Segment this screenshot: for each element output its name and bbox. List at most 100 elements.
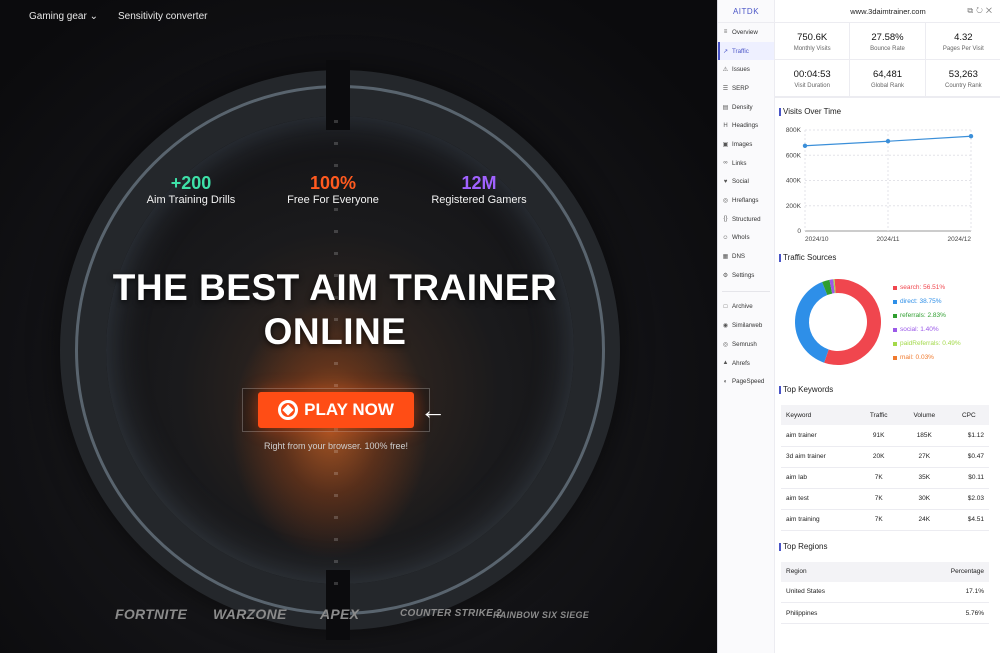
sidebar-item-hreflangs[interactable]: ◎ Hreflangs bbox=[718, 191, 774, 210]
legend-item[interactable]: social: 1.40% bbox=[893, 323, 961, 337]
sidebar-item-label[interactable]: Headings bbox=[732, 122, 758, 129]
kw-header-cpc: CPC bbox=[948, 405, 989, 425]
stat-gamers-number: 12M bbox=[461, 173, 497, 193]
extension-brand: AITDK bbox=[718, 0, 774, 23]
issues-icon: ⚠ bbox=[722, 67, 729, 74]
sidebar-link-semrush[interactable]: ◎ Semrush bbox=[718, 335, 774, 354]
metrics-grid: 750.6K Monthly Visits 27.58% Bounce Rate 4.3… bbox=[775, 23, 1000, 98]
sidebar-item-density[interactable]: ▤ Density bbox=[718, 98, 774, 117]
legend-item[interactable]: mail: 0.03% bbox=[893, 351, 961, 365]
legend-swatch bbox=[893, 356, 897, 360]
sidebar-link-pagespeed[interactable]: ◐ PageSpeed bbox=[718, 372, 774, 391]
keyword-cell: 185K bbox=[899, 425, 949, 447]
y-tick-label: 400K bbox=[786, 178, 802, 185]
sidebar-item-traffic[interactable]: ↗ Traffic bbox=[718, 41, 774, 61]
sidebar-item-label[interactable]: Links bbox=[732, 160, 746, 167]
website-page: Gaming gear ⌄ Sensitivity converter +200… bbox=[0, 0, 717, 653]
sidebar-link-label[interactable]: Archive bbox=[732, 303, 753, 310]
sidebar-item-label[interactable]: Images bbox=[732, 141, 752, 148]
metric-label: Country Rank bbox=[944, 83, 982, 89]
sidebar-item-label[interactable]: Hreflangs bbox=[732, 197, 758, 204]
visits-point[interactable] bbox=[885, 139, 891, 144]
legend-swatch bbox=[893, 286, 897, 290]
legend-item[interactable]: referrals: 2.83% bbox=[893, 309, 961, 323]
serp-icon: ☰ bbox=[722, 85, 729, 92]
y-tick-label: 800K bbox=[786, 127, 802, 134]
scope-gap-bottom bbox=[326, 570, 350, 640]
copy-icon[interactable]: ⧉ bbox=[967, 6, 976, 15]
sidebar-item-label[interactable]: Overview bbox=[732, 29, 758, 36]
sidebar-item-label[interactable]: Settings bbox=[732, 272, 754, 279]
sidebar-item-whois[interactable]: ☺ WhoIs bbox=[718, 229, 774, 248]
visits-point[interactable] bbox=[968, 134, 974, 139]
legend-label: mail: 0.03% bbox=[900, 354, 934, 361]
sidebar-item-label[interactable]: Traffic bbox=[732, 48, 749, 55]
region-cell: 5.76% bbox=[891, 602, 989, 624]
sidebar-item-label[interactable]: DNS bbox=[732, 253, 745, 260]
sidebar-item-structured[interactable]: {} Structured bbox=[718, 210, 774, 229]
sidebar-item-links[interactable]: ∞ Links bbox=[718, 154, 774, 173]
metric-label: Monthly Visits bbox=[793, 46, 831, 52]
sidebar-item-headings[interactable]: H Headings bbox=[718, 116, 774, 135]
x-tick-label: 2024/12 bbox=[948, 236, 972, 243]
hero-headline-line2: ONLINE bbox=[263, 311, 407, 352]
legend-item[interactable]: paidReferrals: 0.49% bbox=[893, 337, 961, 351]
keyword-cell: 35K bbox=[899, 467, 949, 489]
legend-item[interactable]: direct: 38.75% bbox=[893, 295, 961, 309]
y-tick-label: 0 bbox=[797, 228, 801, 235]
nav-gaming-gear[interactable]: Gaming gear ⌄ bbox=[29, 11, 98, 22]
sidebar-item-images[interactable]: ▣ Images bbox=[718, 135, 774, 154]
region-header-percentage: Percentage bbox=[891, 561, 989, 582]
sidebar-link-label[interactable]: Ahrefs bbox=[732, 360, 750, 367]
stat-drills-number: +200 bbox=[170, 173, 212, 193]
sidebar-item-label[interactable]: Structured bbox=[732, 216, 761, 223]
extension-panel: AITDK ≡ Overview ↗ Traffic ⚠ Issues ☰ SERP ▤ Dens… bbox=[717, 0, 1000, 653]
sidebar-item-label[interactable]: Issues bbox=[732, 66, 750, 73]
keyword-cell: aim training bbox=[781, 509, 858, 531]
sidebar-item-settings[interactable]: ⚙ Settings bbox=[718, 266, 774, 285]
keyword-cell: aim test bbox=[781, 488, 858, 510]
keyword-cell: 30K bbox=[899, 488, 949, 510]
metric-value: 53,263 bbox=[948, 69, 978, 80]
sidebar-item-overview[interactable]: ≡ Overview bbox=[718, 23, 774, 42]
sidebar-item-social[interactable]: ♥ Social bbox=[718, 173, 774, 192]
overview-icon: ≡ bbox=[723, 29, 728, 36]
sidebar-item-label[interactable]: SERP bbox=[732, 85, 749, 92]
donut-slice[interactable] bbox=[795, 282, 829, 363]
sidebar-item-label[interactable]: WhoIs bbox=[732, 234, 750, 241]
play-now-label[interactable]: PLAY NOW bbox=[304, 400, 394, 420]
sidebar-item-dns[interactable]: ▦ DNS bbox=[718, 247, 774, 266]
sidebar-item-serp[interactable]: ☰ SERP bbox=[718, 79, 774, 98]
sidebar-item-issues[interactable]: ⚠ Issues bbox=[718, 60, 774, 79]
keyword-cell: $0.47 bbox=[948, 446, 989, 468]
sidebar-link-ahrefs[interactable]: ▲ Ahrefs bbox=[718, 354, 774, 373]
table-row: 3d aim trainer 20K 27K $0.47 bbox=[781, 446, 989, 468]
hero-headline-line1: THE BEST AIM TRAINER bbox=[112, 267, 558, 308]
sidebar-item-label[interactable]: Density bbox=[732, 104, 753, 111]
sidebar-item-label[interactable]: Social bbox=[732, 178, 749, 185]
keyword-cell: 7K bbox=[857, 509, 900, 531]
visits-point[interactable] bbox=[802, 143, 808, 148]
legend-item[interactable]: search: 56.51% bbox=[893, 281, 961, 295]
sidebar-link-label[interactable]: Semrush bbox=[732, 341, 757, 348]
settings-icon: ⚙ bbox=[722, 272, 729, 279]
pagespeed-icon: ◐ bbox=[723, 378, 728, 385]
legend-label: social: 1.40% bbox=[900, 326, 939, 333]
play-now-button[interactable]: PLAY NOW bbox=[258, 392, 414, 428]
keyword-cell: $4.51 bbox=[948, 509, 989, 531]
sidebar-link-archive[interactable]: □ Archive bbox=[718, 298, 774, 317]
sidebar-link-label[interactable]: PageSpeed bbox=[732, 378, 764, 385]
refresh-icon[interactable]: ↻ bbox=[976, 6, 986, 15]
sidebar-link-label[interactable]: Similarweb bbox=[732, 322, 762, 329]
extension-sidebar: AITDK ≡ Overview ↗ Traffic ⚠ Issues ☰ SERP ▤ Dens… bbox=[718, 0, 775, 653]
region-header-region: Region bbox=[781, 561, 892, 582]
legend-swatch bbox=[893, 314, 897, 318]
metric-card: 64,481 Global Rank bbox=[850, 60, 926, 97]
close-icon[interactable]: ✕ bbox=[986, 6, 995, 15]
hreflangs-icon: ◎ bbox=[722, 198, 729, 205]
sidebar-link-similarweb[interactable]: ◉ Similarweb bbox=[718, 316, 774, 335]
nav-gaming-gear-label[interactable]: Gaming gear bbox=[29, 11, 87, 22]
legend-label: direct: 38.75% bbox=[900, 298, 942, 305]
nav-sensitivity-converter[interactable]: Sensitivity converter bbox=[118, 11, 207, 22]
scope-gap-top bbox=[326, 60, 350, 130]
